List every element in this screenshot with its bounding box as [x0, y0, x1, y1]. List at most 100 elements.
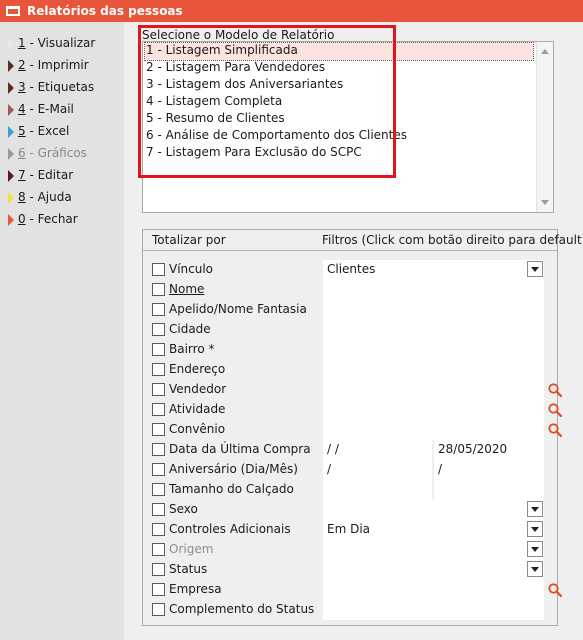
filter-atividade-input[interactable] — [323, 400, 544, 420]
checkbox-vinculo[interactable] — [152, 263, 165, 276]
filter-data-da-ultima-compra-to-value: 28/05/2020 — [438, 442, 508, 456]
chevron-down-icon[interactable] — [527, 561, 543, 577]
checkbox-complemento-do-status[interactable] — [152, 603, 165, 616]
filter-origem-select[interactable] — [323, 540, 544, 560]
filter-data-da-ultima-compra-to[interactable]: 28/05/2020 — [434, 440, 544, 460]
checkbox-aniversario-dia-mes[interactable] — [152, 463, 165, 476]
filter-nome-input[interactable] — [323, 280, 544, 300]
label-apelido-nome-fantasia: Apelido/Nome Fantasia — [169, 302, 307, 316]
scroll-down-icon[interactable] — [541, 200, 549, 205]
sidebar-item-graficos[interactable]: 6 - Gráficos — [8, 145, 120, 163]
sidebar-item-visualizar[interactable]: 1 - Visualizar — [8, 35, 120, 53]
report-model-item[interactable]: 7 - Listagem Para Exclusão do SCPC — [145, 145, 533, 162]
chevron-down-icon[interactable] — [527, 521, 543, 537]
checkbox-controles-adicionais[interactable] — [152, 523, 165, 536]
checkbox-apelido-nome-fantasia[interactable] — [152, 303, 165, 316]
play-icon-yellow — [8, 192, 14, 204]
filter-data-da-ultima-compra-from[interactable]: / / — [323, 440, 432, 460]
report-model-item[interactable]: 4 - Listagem Completa — [145, 94, 533, 111]
list-scrollbar[interactable] — [536, 42, 553, 212]
sidebar-item-imprimir[interactable]: 2 - Imprimir — [8, 57, 120, 75]
filter-cidade-input[interactable] — [323, 320, 544, 340]
sidebar-item-text: - Visualizar — [25, 36, 96, 50]
checkbox-status[interactable] — [152, 563, 165, 576]
filter-controles-adicionais-select[interactable]: Em Dia — [323, 520, 544, 540]
report-model-item[interactable]: 1 - Listagem Simplificada — [144, 42, 534, 61]
sidebar-item-e-mail[interactable]: 4 - E-Mail — [8, 101, 120, 119]
filter-aniversario-dia-mes-from[interactable]: / — [323, 460, 432, 480]
filter-convenio-input[interactable] — [323, 420, 544, 440]
label-aniversario-dia-mes: Aniversário (Dia/Mês) — [169, 462, 298, 476]
search-icon[interactable] — [547, 422, 563, 438]
report-model-label: Selecione o Modelo de Relatório — [142, 28, 335, 42]
checkbox-origem[interactable] — [152, 543, 165, 556]
window-title: Relatórios das pessoas — [27, 4, 183, 18]
sidebar-item-label: 4 - E-Mail — [18, 102, 74, 116]
label-sexo: Sexo — [169, 502, 198, 516]
sidebar-item-excel[interactable]: 5 - Excel — [8, 123, 120, 141]
report-model-list[interactable]: 1 - Listagem Simplificada 2 - Listagem Pa… — [142, 41, 554, 213]
report-model-item[interactable]: 5 - Resumo de Clientes — [145, 111, 533, 128]
chevron-down-icon[interactable] — [527, 501, 543, 517]
filter-endereco-input[interactable] — [323, 360, 544, 380]
header-divider — [143, 250, 557, 251]
label-vinculo: Vínculo — [169, 262, 214, 276]
filter-sexo-select[interactable] — [323, 500, 544, 520]
filter-apelido-nome-fantasia-input[interactable] — [323, 300, 544, 320]
sidebar-item-hotkey: 4 — [18, 102, 26, 116]
checkbox-nome[interactable] — [152, 283, 165, 296]
checkbox-bairro[interactable] — [152, 343, 165, 356]
label-vendedor: Vendedor — [169, 382, 227, 396]
scroll-up-icon[interactable] — [541, 49, 549, 54]
sidebar-item-ajuda[interactable]: 8 - Ajuda — [8, 189, 120, 207]
checkbox-empresa[interactable] — [152, 583, 165, 596]
window-icon — [6, 6, 20, 16]
sidebar-item-fechar[interactable]: 0 - Fechar — [8, 211, 120, 229]
filter-tamanho-do-calcado-from[interactable] — [323, 480, 432, 500]
sidebar-item-hotkey: 8 — [18, 190, 26, 204]
checkbox-sexo[interactable] — [152, 503, 165, 516]
search-icon[interactable] — [547, 382, 563, 398]
search-icon[interactable] — [547, 402, 563, 418]
sidebar-item-hotkey: 7 — [18, 168, 26, 182]
filter-aniversario-dia-mes-to[interactable]: / — [434, 460, 544, 480]
label-status: Status — [169, 562, 208, 576]
filter-status-select[interactable] — [323, 560, 544, 580]
chevron-down-icon[interactable] — [527, 541, 543, 557]
play-icon-orange — [8, 214, 14, 226]
label-bairro: Bairro * — [169, 342, 215, 356]
filter-tamanho-do-calcado-to[interactable] — [434, 480, 544, 500]
report-model-item[interactable]: 2 - Listagem Para Vendedores — [145, 60, 533, 77]
checkbox-convenio[interactable] — [152, 423, 165, 436]
filter-vinculo-value: Clientes — [327, 262, 376, 276]
sidebar-item-hotkey: 2 — [18, 58, 26, 72]
filter-vendedor-input[interactable] — [323, 380, 544, 400]
title-bar: Relatórios das pessoas — [0, 0, 583, 22]
sidebar-item-etiquetas[interactable]: 3 - Etiquetas — [8, 79, 120, 97]
filter-complemento-do-status-input[interactable] — [323, 600, 544, 620]
sidebar-item-editar[interactable]: 7 - Editar — [8, 167, 120, 185]
sidebar-item-text: - E-Mail — [25, 102, 74, 116]
checkbox-endereco[interactable] — [152, 363, 165, 376]
sidebar-item-label: 3 - Etiquetas — [18, 80, 94, 94]
checkbox-data-da-ultima-compra[interactable] — [152, 443, 165, 456]
report-model-item[interactable]: 6 - Análise de Comportamento dos Cliente… — [145, 128, 533, 145]
filter-vinculo-select[interactable]: Clientes — [323, 260, 544, 280]
checkbox-tamanho-do-calcado[interactable] — [152, 483, 165, 496]
checkbox-vendedor[interactable] — [152, 383, 165, 396]
search-icon[interactable] — [547, 582, 563, 598]
label-atividade: Atividade — [169, 402, 226, 416]
checkbox-atividade[interactable] — [152, 403, 165, 416]
sidebar-item-hotkey: 0 — [18, 212, 26, 226]
sidebar-item-text: - Ajuda — [25, 190, 72, 204]
report-model-item[interactable]: 3 - Listagem dos Aniversariantes — [145, 77, 533, 94]
label-convenio: Convênio — [169, 422, 226, 436]
checkbox-cidade[interactable] — [152, 323, 165, 336]
chevron-down-icon[interactable] — [527, 261, 543, 277]
label-cidade: Cidade — [169, 322, 211, 336]
play-icon-white — [8, 38, 14, 50]
sidebar: 1 - Visualizar 2 - Imprimir 3 - Etiquetas 4… — [0, 22, 124, 640]
filter-bairro-input[interactable] — [323, 340, 544, 360]
filter-empresa-input[interactable] — [323, 580, 544, 600]
sidebar-item-text: - Editar — [25, 168, 74, 182]
